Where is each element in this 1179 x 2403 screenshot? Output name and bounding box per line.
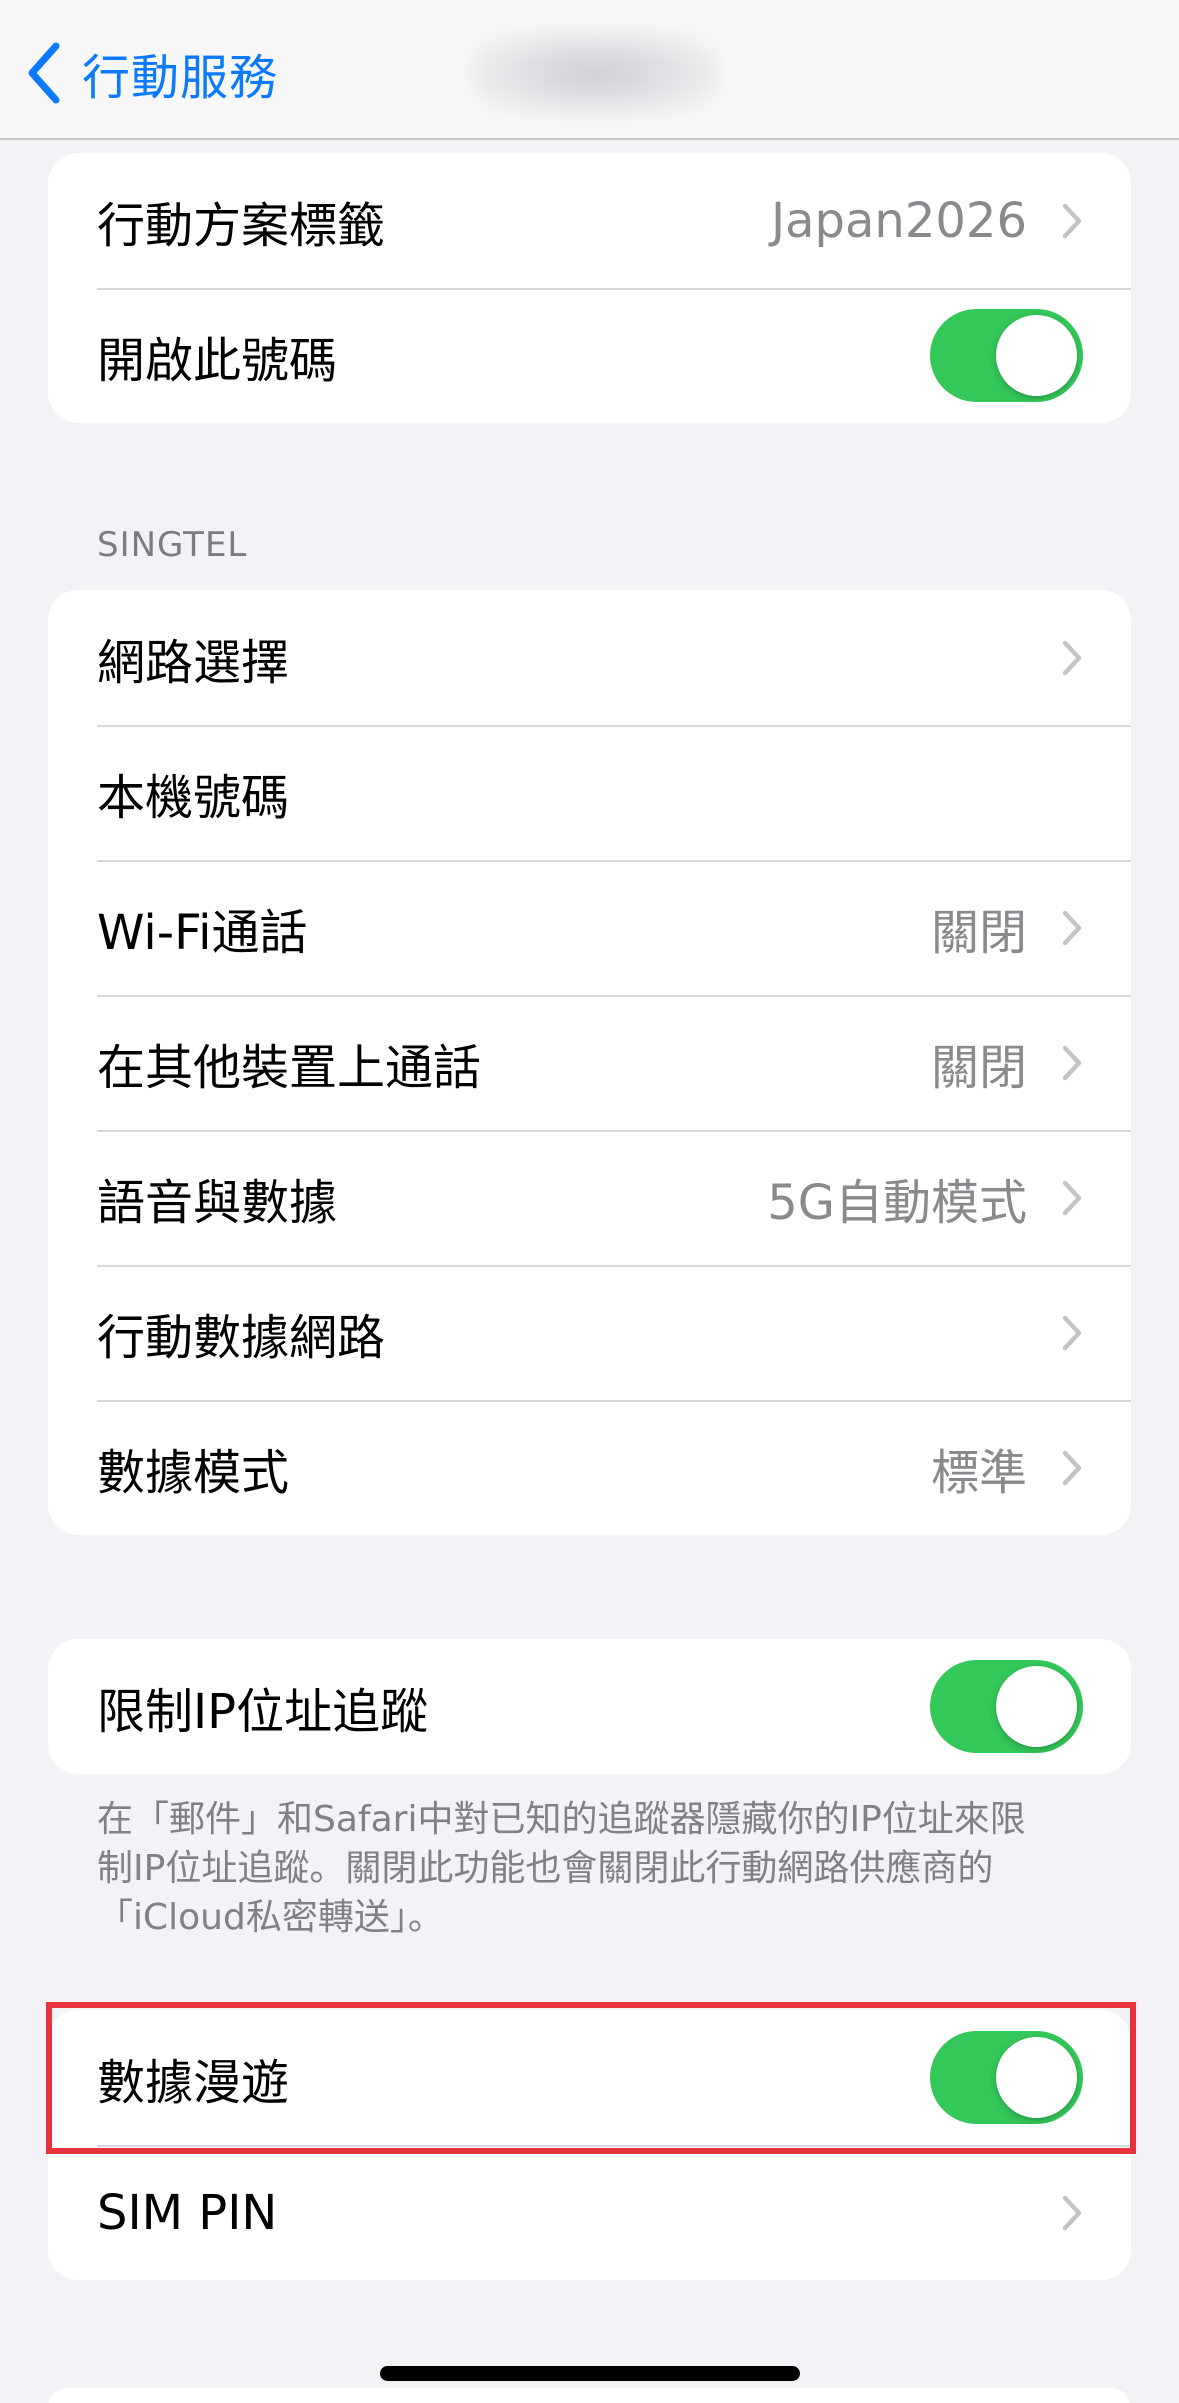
plan-label-value: Japan2026 <box>770 192 1027 249</box>
data-roaming-label: 數據漫遊 <box>97 2054 290 2111</box>
back-button[interactable]: 行動服務 <box>26 38 278 108</box>
obscured-page-title <box>470 30 720 116</box>
chevron-right-icon <box>1062 640 1082 675</box>
chevron-right-icon <box>1062 1180 1082 1215</box>
cellular-data-network-row[interactable]: 行動數據網路 <box>48 1265 1131 1400</box>
calls-on-other-devices-row[interactable]: 在其他裝置上通話 關閉 <box>48 995 1131 1130</box>
roaming-group: 數據漫遊 SIM PIN <box>48 2010 1131 2280</box>
sim-pin-label: SIM PIN <box>97 2184 278 2241</box>
chevron-left-icon <box>28 42 60 104</box>
next-group-peek <box>48 2388 1131 2403</box>
voice-and-data-value: 5G自動模式 <box>767 1174 1027 1231</box>
plan-label-row[interactable]: 行動方案標籤 Japan2026 <box>48 153 1131 288</box>
voice-and-data-label: 語音與數據 <box>97 1174 338 1231</box>
turn-on-line-label: 開啟此號碼 <box>97 332 338 389</box>
sim-pin-row[interactable]: SIM PIN <box>48 2145 1131 2280</box>
data-mode-value: 標準 <box>930 1444 1027 1501</box>
network-selection-label: 網路選擇 <box>97 634 290 691</box>
my-number-row: 本機號碼 <box>48 725 1131 860</box>
chevron-right-icon <box>1062 1045 1082 1080</box>
line-settings-group: 行動方案標籤 Japan2026 開啟此號碼 <box>48 153 1131 423</box>
network-selection-row[interactable]: 網路選擇 <box>48 590 1131 725</box>
calls-on-other-devices-label: 在其他裝置上通話 <box>97 1039 482 1096</box>
data-mode-row[interactable]: 數據模式 標準 <box>48 1400 1131 1535</box>
section-header-singtel: SINGTEL <box>97 525 248 565</box>
my-number-label: 本機號碼 <box>97 769 290 826</box>
chevron-right-icon <box>1062 910 1082 945</box>
data-mode-label: 數據模式 <box>97 1444 290 1501</box>
home-indicator <box>380 2366 800 2381</box>
turn-on-line-row: 開啟此號碼 <box>48 288 1131 423</box>
limit-ip-tracking-label: 限制IP位址追蹤 <box>97 1683 429 1740</box>
voice-and-data-row[interactable]: 語音與數據 5G自動模式 <box>48 1130 1131 1265</box>
calls-on-other-devices-value: 關閉 <box>930 1039 1027 1096</box>
cellular-data-network-label: 行動數據網路 <box>97 1309 386 1366</box>
chevron-right-icon <box>1062 2195 1082 2230</box>
back-button-label: 行動服務 <box>82 50 279 106</box>
data-roaming-toggle[interactable] <box>930 2031 1083 2124</box>
navigation-bar: 行動服務 <box>0 0 1179 140</box>
turn-on-line-toggle[interactable] <box>930 309 1083 402</box>
chevron-right-icon <box>1062 1450 1082 1485</box>
wifi-calling-label: Wi-Fi通話 <box>97 904 308 961</box>
wifi-calling-row[interactable]: Wi-Fi通話 關閉 <box>48 860 1131 995</box>
data-roaming-row: 數據漫遊 <box>48 2010 1131 2145</box>
toggle-knob <box>996 1666 1077 1747</box>
ip-tracking-group: 限制IP位址追蹤 <box>48 1639 1131 1774</box>
limit-ip-tracking-toggle[interactable] <box>930 1660 1083 1753</box>
carrier-settings-group: 網路選擇 本機號碼 Wi-Fi通話 關閉 在其他裝置上通話 關閉 語音與數據 5… <box>48 590 1131 1535</box>
chevron-right-icon <box>1062 203 1082 238</box>
plan-label-label: 行動方案標籤 <box>97 197 386 254</box>
wifi-calling-value: 關閉 <box>930 904 1027 961</box>
toggle-knob <box>996 2037 1077 2118</box>
chevron-right-icon <box>1062 1315 1082 1350</box>
toggle-knob <box>996 315 1077 396</box>
limit-ip-tracking-row: 限制IP位址追蹤 <box>48 1639 1131 1774</box>
ip-tracking-footnote: 在「郵件」和Safari中對已知的追蹤器隱藏你的IP位址來限制IP位址追蹤。關閉… <box>97 1799 1026 1938</box>
